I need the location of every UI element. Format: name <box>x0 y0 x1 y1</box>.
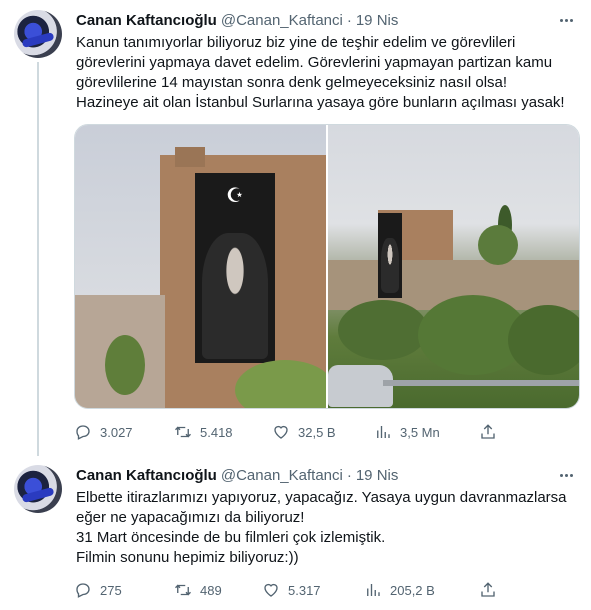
views-icon <box>377 426 390 438</box>
banner-image <box>378 213 402 298</box>
tweet-line: görevlerini yapmaya davet edelim. Görevl… <box>76 54 553 71</box>
tweet-actions: 275 489 5.317 205,2 B <box>74 580 504 600</box>
tweet-actions: 3.027 5.418 32,5 B 3,5 Mn <box>74 422 504 442</box>
banner-image: ☪ <box>195 173 275 363</box>
avatar[interactable] <box>14 465 62 513</box>
car-image <box>328 365 393 407</box>
crescent-icon: ☪ <box>226 185 244 207</box>
author-name[interactable]: Canan Kaftancıoğlu <box>76 12 217 29</box>
avatar[interactable] <box>14 10 62 58</box>
retweet-icon <box>175 426 191 438</box>
heart-icon <box>264 583 278 597</box>
thread-line <box>37 62 39 456</box>
more-icon[interactable] <box>555 10 577 30</box>
views-icon <box>367 584 380 596</box>
views-button[interactable]: 205,2 B <box>364 581 435 599</box>
tweet-text: Elbette itirazlarımızı yapıyoruz, yapaca… <box>76 488 576 568</box>
like-count: 5.317 <box>288 582 321 598</box>
more-icon[interactable] <box>555 465 577 485</box>
tweet-text: Kanun tanımıyorlar biliyoruz biz yine de… <box>76 33 576 113</box>
tweet-line: Elbette itirazlarımızı yapıyoruz, yapaca… <box>76 489 567 506</box>
author-handle[interactable]: @Canan_Kaftanci <box>221 12 343 29</box>
tweet-media[interactable]: ☪ <box>74 124 580 409</box>
retweet-button[interactable]: 489 <box>174 581 222 599</box>
tweet-header: Canan Kaftancıoğlu @Canan_Kaftanci · 19 … <box>76 465 398 485</box>
tweet-2[interactable]: Canan Kaftancıoğlu @Canan_Kaftanci · 19 … <box>0 455 591 610</box>
reply-button[interactable]: 275 <box>74 581 122 599</box>
views-button[interactable]: 3,5 Mn <box>374 423 440 441</box>
views-count: 3,5 Mn <box>400 424 440 440</box>
share-button[interactable] <box>479 423 497 441</box>
retweet-count: 489 <box>200 582 222 598</box>
tweet-time[interactable]: 19 Nis <box>356 12 399 29</box>
reply-count: 275 <box>100 582 122 598</box>
like-count: 32,5 B <box>298 424 336 440</box>
tweet-line: eğer ne yapacağımızı da biliyoruz! <box>76 509 305 526</box>
views-count: 205,2 B <box>390 582 435 598</box>
author-name[interactable]: Canan Kaftancıoğlu <box>76 467 217 484</box>
tweet-line: Kanun tanımıyorlar biliyoruz biz yine de… <box>76 34 516 51</box>
retweet-count: 5.418 <box>200 424 233 440</box>
reply-button[interactable]: 3.027 <box>74 423 133 441</box>
separator-dot: · <box>346 466 352 484</box>
share-icon <box>481 424 495 439</box>
separator-dot: · <box>346 11 352 29</box>
tweet-line: Filmin sonunu hepimiz biliyoruz:)) <box>76 549 299 566</box>
reply-icon <box>76 583 90 598</box>
tweet-line: görevlilerine 14 mayıstan sonra denk gel… <box>76 74 508 91</box>
tweet-line: Hazineye ait olan İstanbul Surlarına yas… <box>76 94 565 111</box>
share-button[interactable] <box>479 581 497 599</box>
like-button[interactable]: 5.317 <box>262 581 321 599</box>
media-image-left[interactable]: ☪ <box>75 125 326 408</box>
like-button[interactable]: 32,5 B <box>272 423 336 441</box>
tweet-time[interactable]: 19 Nis <box>356 467 399 484</box>
retweet-button[interactable]: 5.418 <box>174 423 233 441</box>
retweet-icon <box>175 584 191 596</box>
media-image-right[interactable] <box>328 125 579 408</box>
tweet-header: Canan Kaftancıoğlu @Canan_Kaftanci · 19 … <box>76 10 398 30</box>
reply-icon <box>76 425 90 440</box>
tweet-line: 31 Mart öncesinde de bu filmleri çok izl… <box>76 529 386 546</box>
share-icon <box>481 582 495 597</box>
reply-count: 3.027 <box>100 424 133 440</box>
heart-icon <box>274 425 288 439</box>
tweet-1[interactable]: Canan Kaftancıoğlu @Canan_Kaftanci · 19 … <box>0 0 591 456</box>
author-handle[interactable]: @Canan_Kaftanci <box>221 467 343 484</box>
